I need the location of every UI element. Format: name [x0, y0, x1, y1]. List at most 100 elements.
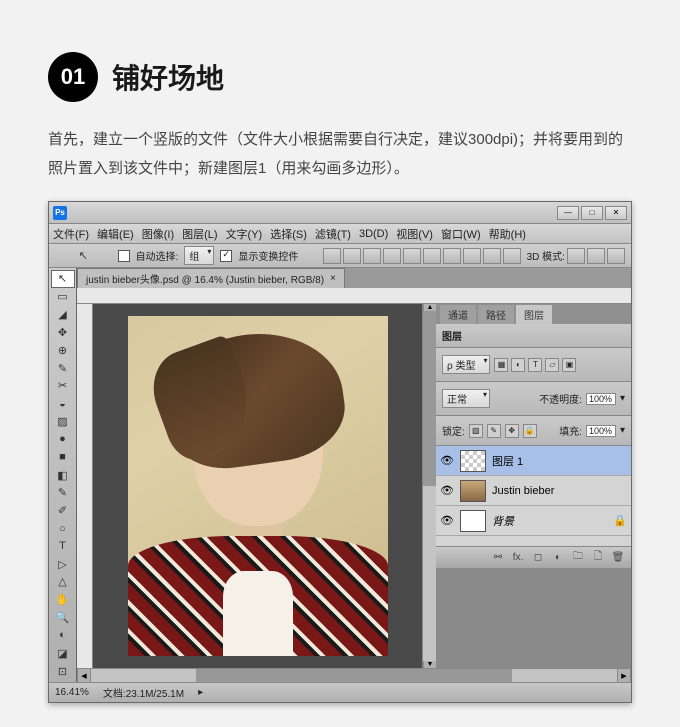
visibility-icon[interactable]: 👁 — [440, 514, 454, 527]
distribute-icon[interactable] — [463, 248, 481, 264]
dodge-tool[interactable]: ✐ — [51, 502, 75, 520]
auto-select-target-dropdown[interactable]: 组 — [184, 246, 214, 265]
distribute-icon[interactable] — [503, 248, 521, 264]
align-icon[interactable] — [323, 248, 341, 264]
dropdown-icon[interactable]: ▾ — [620, 393, 625, 404]
heal-tool[interactable]: ✂ — [51, 377, 75, 395]
close-tab-icon[interactable]: × — [330, 273, 336, 284]
status-arrow-icon[interactable]: ▸ — [198, 687, 203, 698]
group-icon[interactable]: 🗀 — [571, 551, 585, 565]
mode3d-icon[interactable] — [607, 248, 625, 264]
new-layer-icon[interactable]: 🗋 — [591, 551, 605, 565]
crop-tool[interactable]: ⊕ — [51, 341, 75, 359]
dropdown-icon[interactable]: ▾ — [620, 425, 625, 436]
menu-filter[interactable]: 滤镜(T) — [315, 226, 351, 242]
menu-window[interactable]: 窗口(W) — [441, 226, 481, 242]
hand-tool[interactable]: ✋ — [51, 591, 75, 609]
maximize-button[interactable]: □ — [581, 206, 603, 220]
visibility-icon[interactable]: 👁 — [440, 484, 454, 497]
opacity-field[interactable]: 100% — [586, 393, 616, 405]
zoom-tool[interactable]: 🔍 — [51, 609, 75, 627]
menu-select[interactable]: 选择(S) — [270, 226, 307, 242]
layer-name[interactable]: 图层 1 — [492, 453, 627, 469]
close-button[interactable]: ✕ — [605, 206, 627, 220]
fill-field[interactable]: 100% — [586, 425, 616, 437]
lock-pixels-icon[interactable]: ✎ — [487, 424, 501, 438]
brush-tool[interactable]: ◒ — [51, 395, 75, 413]
lock-all-icon[interactable]: 🔒 — [523, 424, 537, 438]
marquee-tool[interactable]: ▭ — [51, 288, 75, 306]
menubar: 文件(F) 编辑(E) 图像(I) 图层(L) 文字(Y) 选择(S) 滤镜(T… — [49, 224, 631, 244]
lasso-tool[interactable]: ◢ — [51, 306, 75, 324]
layer-row[interactable]: 👁 图层 1 — [436, 446, 631, 476]
tab-paths[interactable]: 路径 — [478, 305, 514, 324]
document-tab[interactable]: justin bieber头像.psd @ 16.4% (Justin bieb… — [77, 268, 345, 288]
layer-mask-icon[interactable]: ◻ — [531, 551, 545, 565]
align-icon[interactable] — [383, 248, 401, 264]
filter-adjust-icon[interactable]: ◐ — [511, 358, 525, 372]
history-brush-tool[interactable]: ● — [51, 430, 75, 448]
quickmask-toggle[interactable]: ◪ — [51, 644, 75, 662]
menu-help[interactable]: 帮助(H) — [489, 226, 526, 242]
show-transform-checkbox[interactable] — [220, 250, 232, 262]
wand-tool[interactable]: ✥ — [51, 323, 75, 341]
layer-row[interactable]: 👁 背景 🔒 — [436, 506, 631, 536]
eraser-tool[interactable]: ■ — [51, 448, 75, 466]
align-icon[interactable] — [363, 248, 381, 264]
step-title: 铺好场地 — [112, 57, 224, 97]
tab-layers[interactable]: 图层 — [516, 305, 552, 324]
stamp-tool[interactable]: ▨ — [51, 413, 75, 431]
pen-tool[interactable]: ○ — [51, 520, 75, 538]
link-layers-icon[interactable]: ⚯ — [491, 551, 505, 565]
eyedropper-tool[interactable]: ✎ — [51, 359, 75, 377]
menu-file[interactable]: 文件(F) — [53, 226, 89, 242]
mode3d-icon[interactable] — [587, 248, 605, 264]
tab-channels[interactable]: 通道 — [440, 305, 476, 324]
filter-smart-icon[interactable]: ▣ — [562, 358, 576, 372]
filter-pixel-icon[interactable]: ▦ — [494, 358, 508, 372]
layer-filter-kind[interactable]: ρ 类型 — [442, 355, 490, 374]
menu-layer[interactable]: 图层(L) — [182, 226, 217, 242]
gradient-tool[interactable]: ◧ — [51, 466, 75, 484]
layer-thumbnail — [460, 480, 486, 502]
menu-view[interactable]: 视图(V) — [396, 226, 433, 242]
align-icon[interactable] — [403, 248, 421, 264]
type-tool[interactable]: T — [51, 537, 75, 555]
distribute-icon[interactable] — [483, 248, 501, 264]
color-swatch-fg[interactable]: ◐ — [51, 627, 75, 645]
align-icon[interactable] — [343, 248, 361, 264]
filter-shape-icon[interactable]: ▱ — [545, 358, 559, 372]
path-select-tool[interactable]: ▷ — [51, 555, 75, 573]
scrollbar-horizontal[interactable]: ◀ ▶ — [77, 668, 631, 682]
visibility-icon[interactable]: 👁 — [440, 454, 454, 467]
zoom-level[interactable]: 16.41% — [55, 687, 89, 698]
mode3d-icon[interactable] — [567, 248, 585, 264]
menu-type[interactable]: 文字(Y) — [226, 226, 263, 242]
canvas-viewport[interactable] — [93, 304, 422, 668]
document-info: 文档:23.1M/25.1M — [103, 685, 184, 700]
layer-fx-icon[interactable]: fx. — [511, 551, 525, 565]
screenmode-toggle[interactable]: ⊡ — [51, 662, 75, 680]
step-header: 01 铺好场地 — [48, 52, 632, 102]
scrollbar-vertical[interactable]: ▲ ▼ — [422, 304, 436, 668]
lock-position-icon[interactable]: ✥ — [505, 424, 519, 438]
delete-layer-icon[interactable]: 🗑 — [611, 551, 625, 565]
filter-type-icon[interactable]: T — [528, 358, 542, 372]
auto-select-checkbox[interactable] — [118, 250, 130, 262]
layer-row[interactable]: 👁 Justin bieber — [436, 476, 631, 506]
distribute-icon[interactable] — [443, 248, 461, 264]
layer-name[interactable]: Justin bieber — [492, 485, 627, 497]
step-number-badge: 01 — [48, 52, 98, 102]
layer-name[interactable]: 背景 — [492, 513, 607, 529]
blend-mode-dropdown[interactable]: 正常 — [442, 389, 490, 408]
menu-image[interactable]: 图像(I) — [142, 226, 174, 242]
align-icon[interactable] — [423, 248, 441, 264]
shape-tool[interactable]: △ — [51, 573, 75, 591]
lock-transparency-icon[interactable]: ▨ — [469, 424, 483, 438]
move-tool[interactable]: ↖ — [51, 270, 75, 288]
minimize-button[interactable]: — — [557, 206, 579, 220]
blur-tool[interactable]: ✎ — [51, 484, 75, 502]
menu-edit[interactable]: 编辑(E) — [97, 226, 134, 242]
menu-3d[interactable]: 3D(D) — [359, 228, 388, 240]
adjustment-layer-icon[interactable]: ◐ — [551, 551, 565, 565]
